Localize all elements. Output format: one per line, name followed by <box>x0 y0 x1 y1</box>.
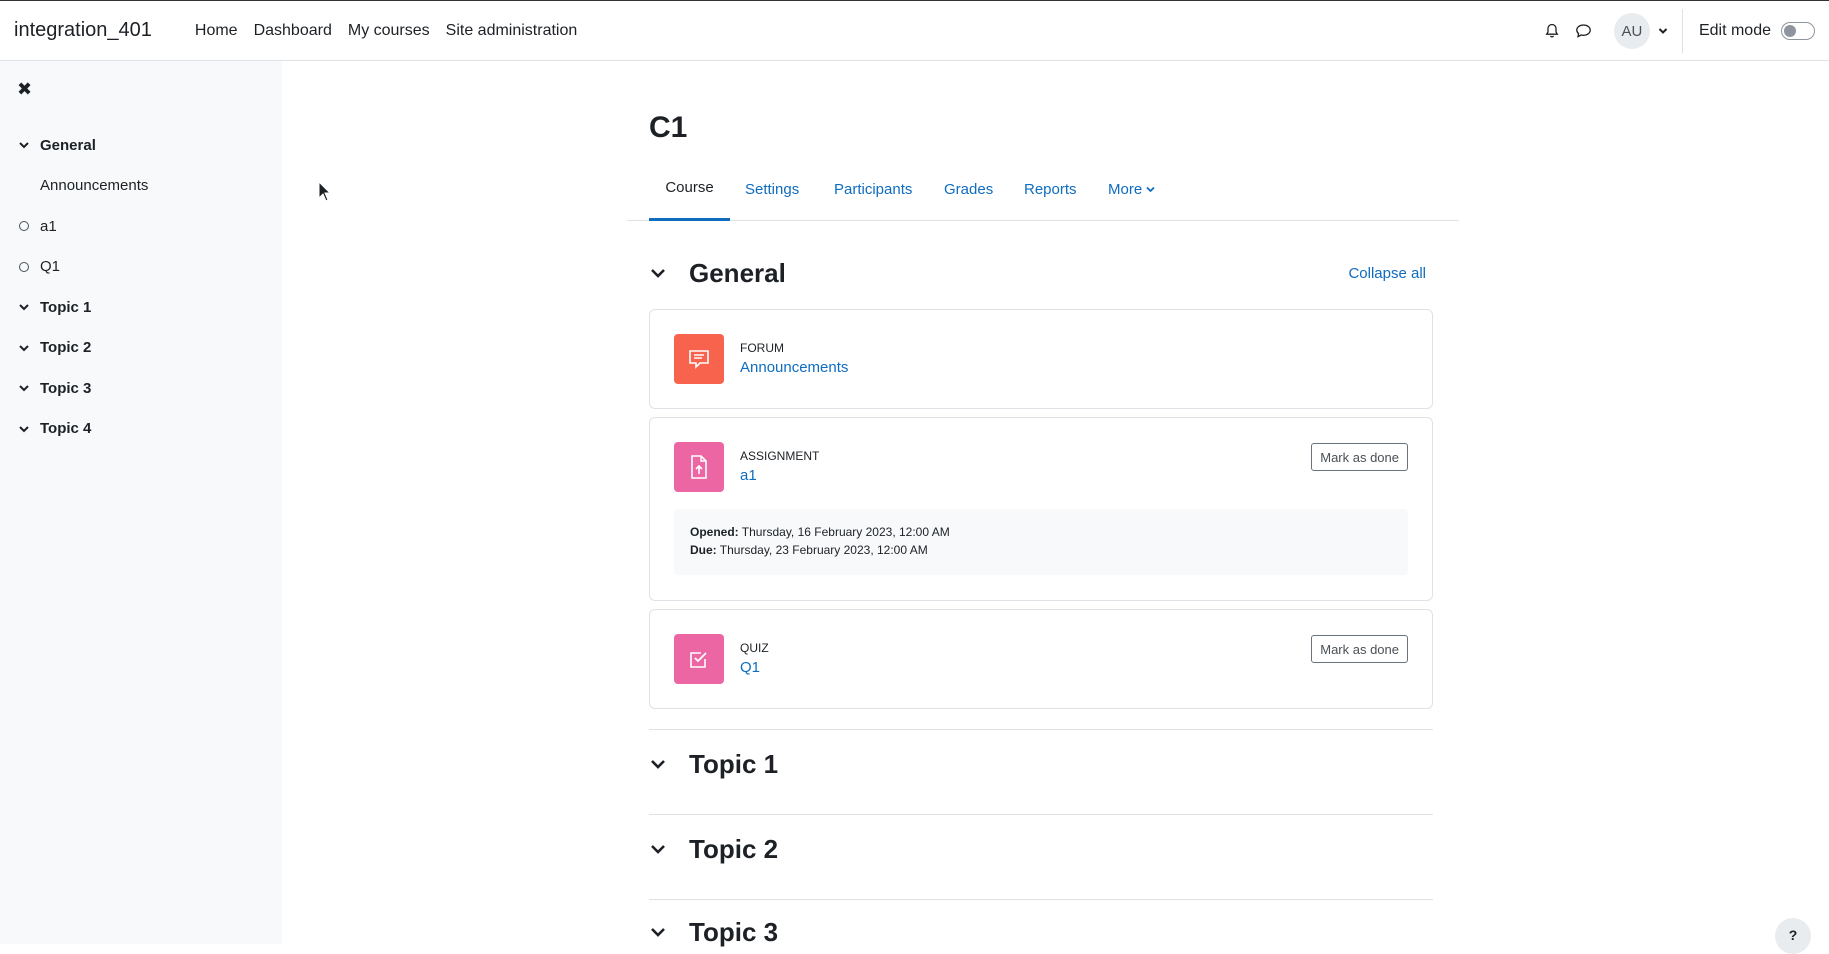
navbar-divider <box>1681 9 1683 53</box>
completion-circle-icon <box>19 221 29 232</box>
course-index-section-topic-4[interactable]: Topic 4 <box>0 409 282 450</box>
section-header-topic-2: Topic 2 <box>649 829 778 869</box>
mark-as-done-button[interactable]: Mark as done <box>1311 635 1408 663</box>
mark-as-done-button[interactable]: Mark as done <box>1311 443 1408 471</box>
course-index-drawer: ✖ General Announcements a1 Q1 Topic 1 To… <box>0 61 282 944</box>
course-index-label: Topic 4 <box>40 420 92 438</box>
due-date-row: Due: Thursday, 23 February 2023, 12:00 A… <box>690 541 1392 559</box>
messages-chat-icon[interactable] <box>1568 15 1600 47</box>
mouse-cursor-icon <box>318 181 332 202</box>
course-index-item-a1[interactable]: a1 <box>0 206 282 247</box>
course-index-label: Topic 2 <box>40 339 92 357</box>
chevron-down-icon[interactable] <box>18 301 30 313</box>
tab-settings[interactable]: Settings <box>745 157 799 221</box>
section-header-general: General Collapse all <box>649 253 1433 293</box>
activity-link[interactable]: Announcements <box>740 359 848 376</box>
edit-mode-switch[interactable]: Edit mode <box>1699 22 1815 40</box>
secondary-navigation: Course Settings Participants Grades Repo… <box>627 157 1459 221</box>
help-button[interactable]: ? <box>1775 918 1811 954</box>
tab-reports[interactable]: Reports <box>1024 157 1077 221</box>
chevron-down-icon <box>1146 186 1155 192</box>
section-header-topic-3: Topic 3 <box>649 912 778 952</box>
activity-type-label: ASSIGNMENT <box>740 449 820 463</box>
course-index-label: Topic 1 <box>40 298 92 316</box>
nav-my-courses[interactable]: My courses <box>340 22 438 40</box>
opened-label: Opened: <box>690 525 739 539</box>
chevron-down-icon[interactable] <box>649 840 667 858</box>
navbar-right: AU Edit mode <box>1536 1 1829 61</box>
course-index-label: a1 <box>40 217 57 235</box>
activity-link[interactable]: a1 <box>740 467 757 484</box>
nav-site-administration[interactable]: Site administration <box>438 22 586 40</box>
tab-more-label: More <box>1108 180 1143 198</box>
course-index-list: General Announcements a1 Q1 Topic 1 Topi… <box>0 125 282 449</box>
chevron-down-icon[interactable] <box>649 264 667 282</box>
course-index-label: Announcements <box>40 177 149 195</box>
quiz-icon <box>674 634 724 684</box>
tab-grades[interactable]: Grades <box>944 157 993 221</box>
course-index-section-topic-3[interactable]: Topic 3 <box>0 368 282 409</box>
chevron-down-icon[interactable] <box>18 139 30 151</box>
tab-more[interactable]: More <box>1108 157 1155 221</box>
close-icon[interactable]: ✖ <box>17 79 32 100</box>
forum-icon <box>674 334 724 384</box>
section-divider <box>649 729 1433 730</box>
activity-dates: Opened: Thursday, 16 February 2023, 12:0… <box>674 509 1408 575</box>
notifications-bell-icon[interactable] <box>1536 15 1568 47</box>
course-index-section-topic-1[interactable]: Topic 1 <box>0 287 282 328</box>
tab-participants[interactable]: Participants <box>834 157 912 221</box>
course-index-section-topic-2[interactable]: Topic 2 <box>0 328 282 369</box>
top-navbar: integration_401 Home Dashboard My course… <box>0 0 1829 61</box>
opened-value: Thursday, 16 February 2023, 12:00 AM <box>741 525 950 539</box>
edit-mode-label: Edit mode <box>1698 22 1771 39</box>
collapse-all-link[interactable]: Collapse all <box>1348 265 1426 282</box>
tab-course[interactable]: Course <box>649 157 730 221</box>
completion-circle-icon <box>19 261 29 272</box>
primary-navigation: Home Dashboard My courses Site administr… <box>187 22 585 40</box>
page-title: C1 <box>649 111 688 144</box>
section-divider <box>649 899 1433 900</box>
chevron-down-icon[interactable] <box>18 382 30 394</box>
activity-forum: FORUM Announcements <box>649 309 1433 409</box>
section-header-topic-1: Topic 1 <box>649 744 778 784</box>
opened-date-row: Opened: Thursday, 16 February 2023, 12:0… <box>690 523 1392 541</box>
section-divider <box>649 814 1433 815</box>
section-title: Topic 3 <box>689 916 779 947</box>
edit-mode-toggle[interactable] <box>1781 22 1815 40</box>
course-index-item-announcements[interactable]: Announcements <box>0 166 282 207</box>
due-value: Thursday, 23 February 2023, 12:00 AM <box>719 543 928 557</box>
activity-type-label: FORUM <box>740 341 784 355</box>
section-title: General <box>689 257 786 288</box>
chevron-down-icon[interactable] <box>18 342 30 354</box>
avatar: AU <box>1613 13 1650 49</box>
nav-home[interactable]: Home <box>187 22 246 40</box>
section-title: Topic 2 <box>689 833 779 864</box>
course-index-label: Q1 <box>40 258 61 276</box>
activity-type-label: QUIZ <box>740 641 769 655</box>
site-name[interactable]: integration_401 <box>14 19 152 42</box>
chevron-down-icon[interactable] <box>649 923 667 941</box>
course-index-label: General <box>40 136 96 154</box>
nav-dashboard[interactable]: Dashboard <box>246 22 340 40</box>
course-index-item-q1[interactable]: Q1 <box>0 247 282 288</box>
user-menu[interactable]: AU <box>1613 13 1668 49</box>
course-index-section-general[interactable]: General <box>0 125 282 166</box>
activity-quiz: QUIZ Q1 Mark as done <box>649 609 1433 709</box>
assignment-icon <box>674 442 724 492</box>
chevron-down-icon[interactable] <box>18 423 30 435</box>
due-label: Due: <box>690 543 717 557</box>
chevron-down-icon <box>1658 22 1668 40</box>
main-content: C1 Course Settings Participants Grades R… <box>282 61 1829 954</box>
activity-link[interactable]: Q1 <box>740 659 760 676</box>
course-index-label: Topic 3 <box>40 379 92 397</box>
chevron-down-icon[interactable] <box>649 755 667 773</box>
section-title: Topic 1 <box>689 748 779 779</box>
activity-assignment: ASSIGNMENT a1 Mark as done Opened: Thurs… <box>649 417 1433 601</box>
